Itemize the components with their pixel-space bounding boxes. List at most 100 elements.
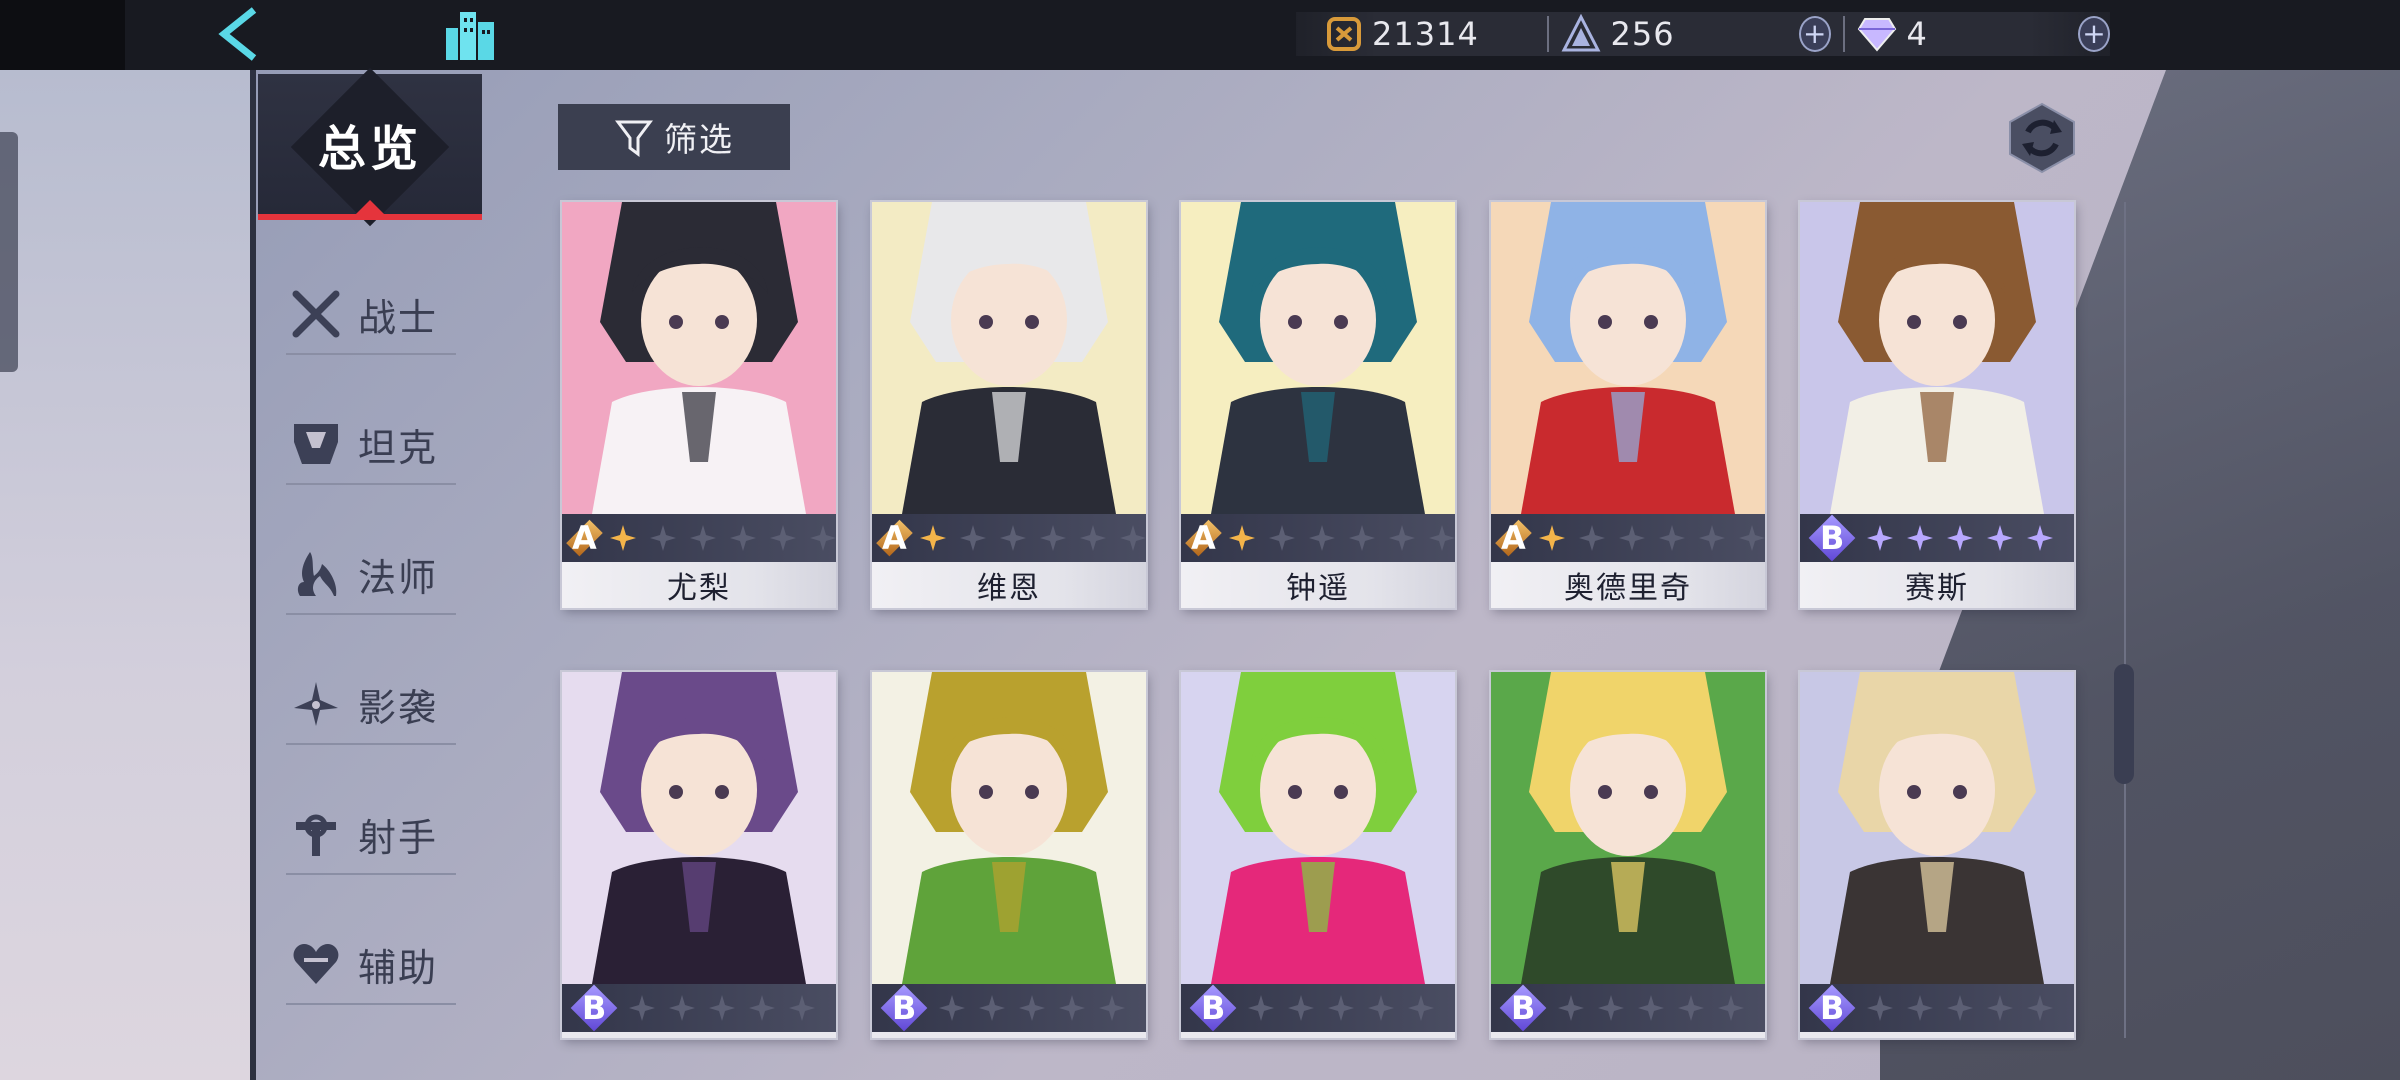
sidebar-item-mage[interactable]: 法师	[286, 535, 456, 615]
grade-badge: A	[876, 519, 913, 557]
hero-card[interactable]: B	[1181, 672, 1455, 1038]
hero-portrait	[562, 202, 836, 514]
star-lit-icon	[1866, 524, 1894, 552]
hero-star-bar: B	[1181, 984, 1455, 1032]
sidebar-item-warrior[interactable]: 战士	[286, 275, 456, 355]
star-empty-icon	[959, 524, 987, 552]
top-bar: 21314 256 + 4 +	[0, 0, 2400, 70]
hero-card[interactable]: B	[1491, 672, 1765, 1038]
grade-badge: A	[566, 519, 603, 557]
star-lit-icon	[2026, 524, 2054, 552]
star-empty-icon	[1039, 524, 1067, 552]
hero-card[interactable]: B	[872, 672, 1146, 1038]
tab-overview[interactable]: 总览	[258, 67, 482, 227]
star-empty-icon	[1906, 994, 1934, 1022]
currency-bar: 21314 256 + 4 +	[1296, 12, 2110, 56]
diamond-gem-icon	[1857, 18, 1896, 52]
star-empty-icon	[1637, 994, 1665, 1022]
hero-card[interactable]: A 维恩	[872, 202, 1146, 608]
sidebar-item-label: 法师	[358, 555, 439, 600]
hero-card[interactable]: A 奥德里奇	[1491, 202, 1765, 608]
add-crystal-button[interactable]: +	[1798, 16, 1831, 52]
sidebar-item-assassin[interactable]: 影袭	[286, 665, 456, 745]
hero-star-bar: B	[1800, 984, 2074, 1032]
back-button[interactable]	[208, 4, 268, 64]
star-empty-icon	[2026, 994, 2054, 1022]
filter-button[interactable]: 筛选	[558, 104, 790, 170]
hero-star-bar: B	[1491, 984, 1765, 1032]
grade-badge: A	[1185, 519, 1222, 557]
sidebar-item-label: 影袭	[358, 685, 439, 730]
active-tab-indicator	[350, 200, 390, 220]
sidebar-item-label: 战士	[358, 295, 439, 340]
star-empty-icon	[1268, 524, 1296, 552]
hero-card[interactable]: A 尤梨	[562, 202, 836, 608]
star-lit-icon	[1228, 524, 1256, 552]
sidebar-item-marksman[interactable]: 射手	[286, 795, 456, 875]
hero-card[interactable]: B	[562, 672, 836, 1038]
star-empty-icon	[628, 994, 656, 1022]
star-lit-icon	[609, 524, 637, 552]
coin-value: 21314	[1372, 15, 1479, 53]
star-empty-icon	[1738, 524, 1765, 552]
grade-letter: A	[1501, 519, 1526, 557]
star-empty-icon	[1247, 994, 1275, 1022]
star-empty-icon	[649, 524, 677, 552]
star-empty-icon	[1866, 994, 1894, 1022]
filter-label: 筛选	[664, 120, 734, 159]
star-empty-icon	[729, 524, 757, 552]
star-empty-icon	[1058, 994, 1086, 1022]
star-empty-icon	[708, 994, 736, 1022]
star-empty-icon	[1618, 524, 1646, 552]
funnel-icon	[615, 120, 653, 157]
refresh-button[interactable]	[2006, 102, 2078, 174]
grade-badge: B	[1808, 514, 1856, 562]
sidebar-divider	[250, 70, 256, 1080]
star-empty-icon	[1119, 524, 1146, 552]
sidebar-item-tank[interactable]: 坦克	[286, 405, 456, 485]
side-drawer-handle[interactable]	[0, 132, 18, 372]
grade-letter: B	[1200, 989, 1226, 1027]
hero-portrait	[1181, 672, 1455, 984]
star-empty-icon	[1428, 524, 1455, 552]
star-empty-icon	[1327, 994, 1355, 1022]
scrollbar-thumb[interactable]	[2114, 664, 2134, 784]
scrollbar-track	[2124, 202, 2126, 1038]
star-empty-icon	[1348, 524, 1376, 552]
hero-star-bar: A	[872, 514, 1146, 562]
crossed-swords-icon	[286, 284, 346, 344]
star-empty-icon	[978, 994, 1006, 1022]
grade-letter: B	[1819, 989, 1845, 1027]
sidebar-item-label: 坦克	[358, 425, 439, 470]
refresh-icon	[2009, 102, 2075, 174]
grade-letter: B	[891, 989, 917, 1027]
star-lit-icon	[1538, 524, 1566, 552]
star-empty-icon	[1287, 994, 1315, 1022]
hero-card[interactable]: B 赛斯	[1800, 202, 2074, 608]
star-empty-icon	[1018, 994, 1046, 1022]
currency-diamond: 4	[1857, 12, 1928, 56]
home-button[interactable]	[440, 4, 500, 64]
hero-card[interactable]: A 钟遥	[1181, 202, 1455, 608]
hero-portrait	[1800, 202, 2074, 514]
back-chevron-icon	[218, 7, 257, 61]
grade-badge: A	[1495, 519, 1532, 557]
star-lit-icon	[1906, 524, 1934, 552]
star-lit-icon	[919, 524, 947, 552]
flame-staff-icon	[286, 544, 346, 604]
hero-card[interactable]: B	[1800, 672, 2074, 1038]
heart-icon	[286, 934, 346, 994]
currency-crystal: 256	[1561, 12, 1675, 56]
city-home-icon	[446, 12, 494, 60]
crystal-energy-icon	[1561, 14, 1601, 52]
star-lit-icon	[1946, 524, 1974, 552]
grade-letter: B	[581, 989, 607, 1027]
hero-name: 赛斯	[1800, 562, 2074, 608]
star-empty-icon	[1946, 994, 1974, 1022]
star-empty-icon	[809, 524, 836, 552]
sidebar-item-support[interactable]: 辅助	[286, 925, 456, 1005]
star-empty-icon	[1367, 994, 1395, 1022]
sidebar-item-label: 射手	[358, 815, 439, 860]
add-diamond-button[interactable]: +	[2077, 16, 2110, 52]
hero-star-bar: B	[562, 984, 836, 1032]
